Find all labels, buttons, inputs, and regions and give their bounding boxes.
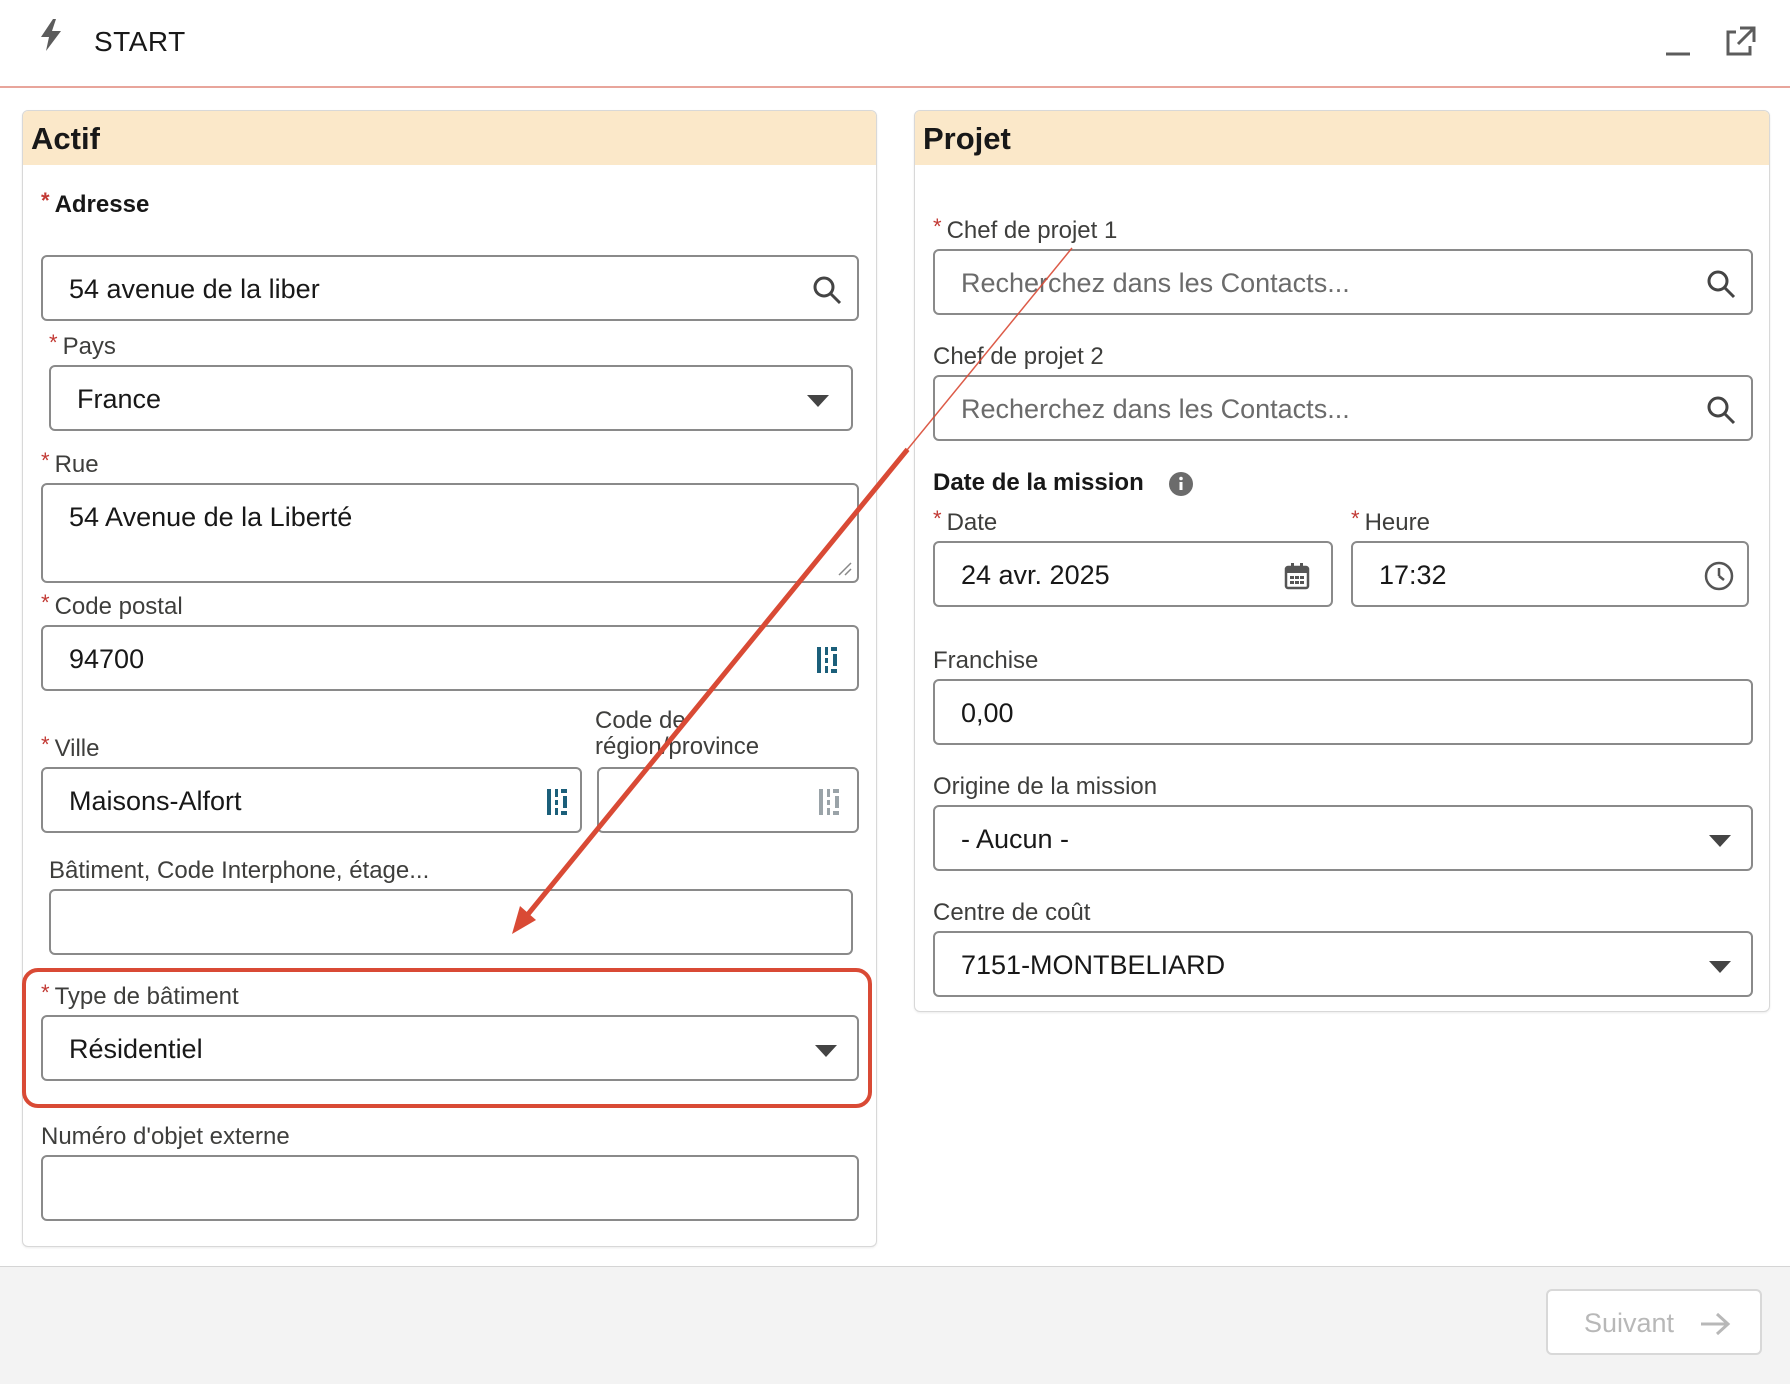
projet-section-title: Projet xyxy=(923,121,1011,156)
projet-section-header: Projet xyxy=(915,111,1769,165)
autofill-icon xyxy=(547,789,567,815)
city-value: Maisons-Alfort xyxy=(69,786,242,816)
address-label: * Adresse xyxy=(41,188,150,218)
next-button[interactable]: Suivant xyxy=(1546,1289,1762,1355)
country-label: * Pays xyxy=(49,330,116,360)
country-select[interactable]: France xyxy=(49,365,853,431)
address-value: 54 avenue de la liber xyxy=(69,274,320,304)
arrow-right-icon xyxy=(1701,1312,1731,1336)
building-info-input[interactable] xyxy=(49,889,853,955)
region-label: Code de région/province xyxy=(595,707,760,760)
date-label: * Date xyxy=(933,506,998,536)
manager1-search-input[interactable]: Recherchez dans les Contacts... xyxy=(933,249,1753,315)
actif-section-header: Actif xyxy=(23,111,876,165)
autofill-icon xyxy=(817,647,837,673)
external-id-label: Numéro d'objet externe xyxy=(41,1123,290,1150)
origin-select[interactable]: - Aucun - xyxy=(933,805,1753,871)
minimize-icon[interactable] xyxy=(1660,24,1696,60)
address-search-input[interactable]: 54 avenue de la liber xyxy=(41,255,859,321)
date-input[interactable]: 24 avr. 2025 xyxy=(933,541,1333,607)
date-value: 24 avr. 2025 xyxy=(961,560,1110,590)
manager2-placeholder: Recherchez dans les Contacts... xyxy=(961,394,1350,424)
building-type-label: * Type de bâtiment xyxy=(41,980,239,1010)
search-icon xyxy=(813,276,842,305)
header-title: START xyxy=(94,26,186,57)
franchise-input[interactable]: 0,00 xyxy=(933,679,1753,745)
external-id-input[interactable] xyxy=(41,1155,859,1221)
calendar-icon[interactable] xyxy=(1283,560,1311,592)
search-icon xyxy=(1707,270,1736,299)
autofill-icon xyxy=(819,789,839,815)
projet-section: Projet * Chef de projet 1 Recherchez dans… xyxy=(914,110,1770,1012)
chevron-down-icon xyxy=(815,1045,837,1057)
info-icon[interactable] xyxy=(1168,471,1194,497)
time-input[interactable]: 17:32 xyxy=(1351,541,1749,607)
street-value: 54 Avenue de la Liberté xyxy=(69,502,353,532)
chevron-down-icon xyxy=(1709,835,1731,847)
resize-handle-icon[interactable] xyxy=(837,561,853,577)
time-label: * Heure xyxy=(1351,506,1430,536)
city-label: * Ville xyxy=(41,732,100,762)
chevron-down-icon xyxy=(1709,961,1731,973)
street-textarea[interactable]: 54 Avenue de la Liberté xyxy=(41,483,859,583)
postal-code-input[interactable]: 94700 xyxy=(41,625,859,691)
franchise-label: Franchise xyxy=(933,647,1039,674)
bolt-icon xyxy=(41,19,61,51)
chevron-down-icon xyxy=(807,395,829,407)
cost-center-select[interactable]: 7151-MONTBELIARD xyxy=(933,931,1753,997)
postal-code-value: 94700 xyxy=(69,644,145,674)
city-input[interactable]: Maisons-Alfort xyxy=(41,767,582,833)
region-input[interactable] xyxy=(597,767,859,833)
manager1-placeholder: Recherchez dans les Contacts... xyxy=(961,268,1350,298)
clock-icon[interactable] xyxy=(1703,560,1735,592)
manager2-search-input[interactable]: Recherchez dans les Contacts... xyxy=(933,375,1753,441)
search-icon xyxy=(1707,396,1736,425)
country-value: France xyxy=(77,384,162,414)
postal-code-label: * Code postal xyxy=(41,590,183,620)
header-bar: START xyxy=(0,0,1790,88)
footer-bar: Suivant xyxy=(0,1266,1790,1384)
time-value: 17:32 xyxy=(1379,560,1447,590)
franchise-value: 0,00 xyxy=(961,698,1014,728)
cost-center-value: 7151-MONTBELIARD xyxy=(961,950,1226,980)
origin-value: - Aucun - xyxy=(961,824,1070,854)
building-info-label: Bâtiment, Code Interphone, étage... xyxy=(49,857,430,884)
actif-section-title: Actif xyxy=(31,121,100,156)
cost-center-label: Centre de coût xyxy=(933,899,1091,926)
building-type-select[interactable]: Résidentiel xyxy=(41,1015,859,1081)
street-label: * Rue xyxy=(41,448,99,478)
app-window: START Actif * Adresse 54 avenue de la lib… xyxy=(0,0,1790,1384)
building-type-value: Résidentiel xyxy=(69,1034,203,1064)
origin-label: Origine de la mission xyxy=(933,773,1158,800)
actif-section: Actif * Adresse 54 avenue de la liber * Pa… xyxy=(22,110,877,1247)
popout-icon[interactable] xyxy=(1722,24,1758,60)
mission-date-label: Date de la mission xyxy=(933,469,1194,497)
manager1-label: * Chef de projet 1 xyxy=(933,214,1118,244)
next-button-label: Suivant xyxy=(1584,1308,1675,1338)
manager2-label: Chef de projet 2 xyxy=(933,343,1104,370)
